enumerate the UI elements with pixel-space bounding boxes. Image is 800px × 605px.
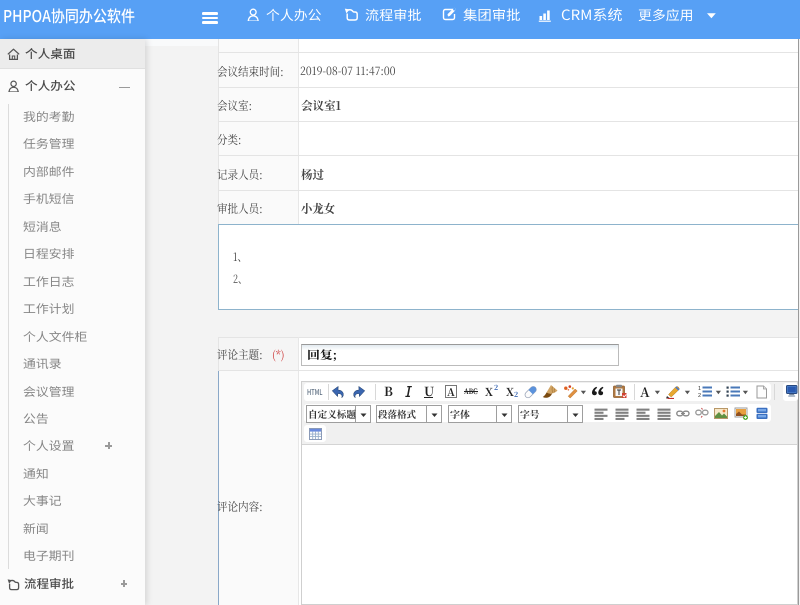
svg-text:2: 2 xyxy=(698,393,701,398)
svg-text:1: 1 xyxy=(698,386,701,392)
